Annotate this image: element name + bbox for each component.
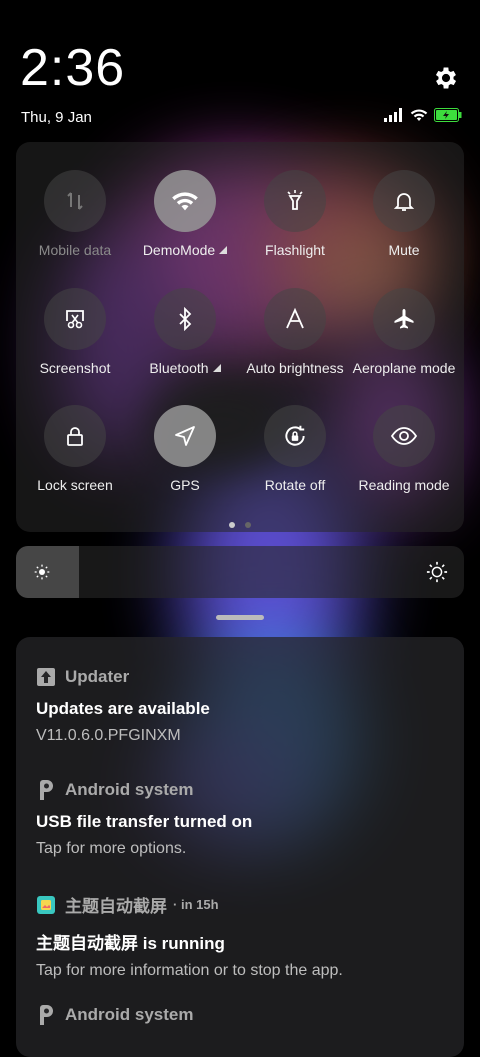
brightness-high-icon — [426, 561, 448, 583]
tile-label: Mobile data — [38, 242, 112, 258]
notification-item[interactable]: Android system — [36, 1005, 444, 1025]
mobile-data-icon — [44, 170, 106, 232]
notification-item[interactable]: Updater Updates are available V11.0.6.0.… — [36, 667, 444, 745]
notification-app-name: Updater — [65, 667, 130, 686]
brightness-low-icon — [34, 564, 50, 580]
tile-label: DemoMode — [142, 242, 216, 258]
auto-brightness-icon — [264, 288, 326, 350]
notification-title: Updates are available — [36, 699, 210, 718]
tile-label: Flashlight — [265, 242, 325, 258]
theme-app-icon — [36, 895, 56, 915]
tile-label: GPS — [170, 477, 200, 493]
updater-icon — [36, 667, 56, 687]
notification-title: USB file transfer turned on — [36, 812, 253, 831]
date-label[interactable]: Thu, 9 Jan — [21, 109, 92, 126]
bluetooth-icon — [154, 288, 216, 350]
notification-item[interactable]: Android system USB file transfer turned … — [36, 780, 444, 858]
settings-gear-icon[interactable] — [432, 64, 460, 92]
tile-aeroplane-mode[interactable]: Aeroplane mode — [349, 288, 459, 376]
tile-auto-brightness[interactable]: Auto brightness — [240, 288, 350, 376]
page-dot-active[interactable] — [229, 522, 235, 528]
notification-time: in 15h — [180, 897, 219, 912]
android-system-icon — [36, 780, 56, 800]
tile-label: Auto brightness — [246, 360, 344, 376]
notification-app-name: Android system — [65, 1005, 194, 1024]
tile-label: Bluetooth — [149, 360, 209, 376]
tile-label: Mute — [388, 242, 420, 258]
flashlight-icon — [264, 170, 326, 232]
android-system-icon — [36, 1005, 56, 1025]
tile-reading-mode[interactable]: Reading mode — [349, 405, 459, 493]
quick-settings-panel: Mobile data DemoMode Flashlight Mute Scr… — [16, 142, 464, 532]
wifi-status-icon — [410, 109, 428, 121]
page-dot[interactable] — [245, 522, 251, 528]
battery-icon — [434, 108, 462, 122]
status-icons — [384, 108, 462, 122]
signal-icon — [384, 108, 402, 122]
notification-list: Updater Updates are available V11.0.6.0.… — [16, 637, 464, 1057]
tile-rotate-off[interactable]: Rotate off — [240, 405, 350, 493]
eye-icon — [373, 405, 435, 467]
tile-label: Rotate off — [264, 477, 326, 493]
tile-label: Reading mode — [358, 477, 450, 493]
tile-mobile-data[interactable]: Mobile data — [20, 170, 130, 258]
tile-label: Aeroplane mode — [352, 360, 456, 376]
notification-app-name: Android system — [65, 780, 194, 799]
clock[interactable]: 2:36 — [20, 42, 125, 94]
submenu-triangle-icon — [212, 364, 221, 372]
airplane-icon — [373, 288, 435, 350]
tile-demomode[interactable]: DemoMode — [130, 170, 240, 258]
lock-icon — [44, 405, 106, 467]
location-arrow-icon — [154, 405, 216, 467]
screenshot-icon — [44, 288, 106, 350]
notification-text: Tap for more options. — [36, 840, 187, 857]
drag-handle[interactable] — [216, 615, 264, 620]
tile-gps[interactable]: GPS — [130, 405, 240, 493]
tile-bluetooth[interactable]: Bluetooth — [130, 288, 240, 376]
brightness-slider[interactable] — [16, 546, 464, 598]
tile-flashlight[interactable]: Flashlight — [240, 170, 350, 258]
tile-screenshot[interactable]: Screenshot — [20, 288, 130, 376]
submenu-triangle-icon — [219, 246, 228, 254]
notification-app-name: 主题自动截屏 — [65, 897, 167, 916]
tile-label: Screenshot — [39, 360, 111, 376]
tile-label: Lock screen — [37, 477, 113, 493]
rotate-lock-icon — [264, 405, 326, 467]
notification-item[interactable]: 主题自动截屏 · in 15h 主题自动截屏 is running Tap fo… — [36, 892, 444, 980]
tile-mute[interactable]: Mute — [349, 170, 459, 258]
notification-text: V11.0.6.0.PFGINXM — [36, 727, 181, 744]
tile-lock-screen[interactable]: Lock screen — [20, 405, 130, 493]
bell-icon — [373, 170, 435, 232]
wifi-icon — [154, 170, 216, 232]
page-indicator — [16, 522, 464, 528]
notification-text: Tap for more information or to stop the … — [36, 962, 343, 979]
notification-title: 主题自动截屏 is running — [36, 934, 225, 953]
